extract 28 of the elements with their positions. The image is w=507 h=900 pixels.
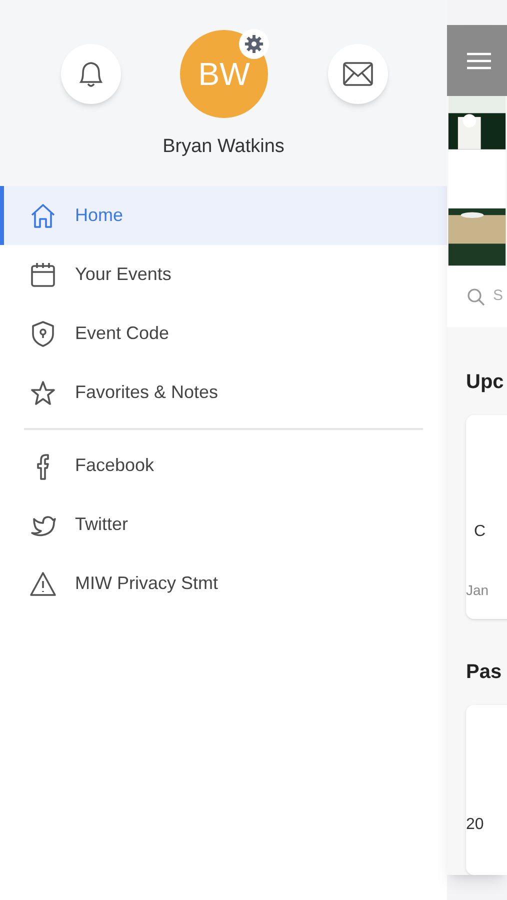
bell-icon xyxy=(77,59,105,89)
shield-icon xyxy=(29,320,57,348)
settings-icon[interactable] xyxy=(244,34,264,54)
menu-item[interactable]: Facebook xyxy=(0,436,447,495)
notifications-button[interactable] xyxy=(61,44,121,104)
home-icon xyxy=(29,202,57,230)
section-heading: Upc xyxy=(465,370,505,395)
search-placeholder: S xyxy=(493,286,504,306)
event-card[interactable]: 20 xyxy=(466,705,507,875)
menu-item[interactable]: Your Events xyxy=(0,245,447,304)
section-heading: Pas xyxy=(465,660,503,685)
envelope-icon xyxy=(343,62,373,86)
messages-button[interactable] xyxy=(328,44,388,104)
menu-item[interactable]: MIW Privacy Stmt xyxy=(0,554,447,613)
card-text: C xyxy=(473,522,487,542)
star-icon xyxy=(29,378,57,406)
menu-item[interactable]: Favorites & Notes xyxy=(0,363,447,422)
card-text: 20 xyxy=(466,815,485,835)
search-icon xyxy=(467,288,485,306)
user-name: Bryan Watkins xyxy=(162,135,286,159)
card-text: Jan xyxy=(466,581,490,600)
menu-icon[interactable] xyxy=(467,52,491,70)
menu-item[interactable]: Event Code xyxy=(0,304,447,363)
menu-item[interactable]: Home xyxy=(0,186,447,245)
warning-icon xyxy=(29,570,57,598)
menu-item[interactable]: Twitter xyxy=(0,495,447,554)
event-card[interactable]: C Jan xyxy=(466,415,507,619)
calendar-icon xyxy=(29,260,57,288)
